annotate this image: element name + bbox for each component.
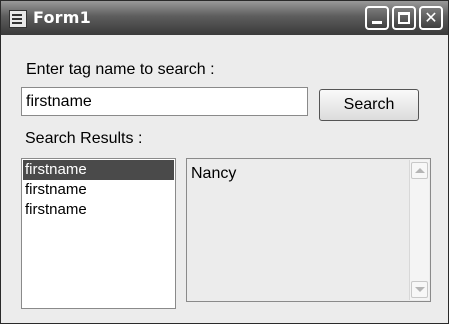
result-detail-text: Nancy bbox=[191, 165, 237, 182]
tag-name-label: Enter tag name to search : bbox=[26, 61, 215, 78]
scroll-down-button[interactable] bbox=[411, 281, 428, 298]
maximize-button[interactable] bbox=[392, 6, 416, 30]
form1-window: Form1 ✕ Enter tag name to search : Searc… bbox=[0, 0, 449, 324]
minimize-button[interactable] bbox=[365, 6, 389, 30]
title-bar[interactable]: Form1 ✕ bbox=[1, 1, 448, 35]
search-results-list[interactable]: firstname firstname firstname bbox=[21, 158, 176, 309]
search-results-label: Search Results : bbox=[25, 130, 143, 147]
list-item[interactable]: firstname bbox=[23, 180, 174, 200]
close-button[interactable]: ✕ bbox=[419, 6, 443, 30]
maximize-icon bbox=[398, 12, 410, 24]
list-item[interactable]: firstname bbox=[23, 160, 174, 180]
form-client-area: Enter tag name to search : Search Search… bbox=[1, 35, 448, 323]
search-button[interactable]: Search bbox=[319, 89, 419, 121]
tag-name-input[interactable] bbox=[21, 87, 308, 116]
arrow-up-icon bbox=[415, 168, 425, 173]
arrow-down-icon bbox=[415, 287, 425, 292]
minimize-icon bbox=[372, 21, 382, 24]
vertical-scrollbar[interactable] bbox=[409, 160, 429, 300]
list-item[interactable]: firstname bbox=[23, 200, 174, 220]
window-title: Form1 bbox=[33, 8, 91, 27]
close-icon: ✕ bbox=[424, 8, 438, 27]
scroll-up-button[interactable] bbox=[411, 162, 428, 179]
result-detail-textbox[interactable]: Nancy bbox=[186, 158, 431, 302]
form-app-icon[interactable] bbox=[9, 10, 27, 28]
